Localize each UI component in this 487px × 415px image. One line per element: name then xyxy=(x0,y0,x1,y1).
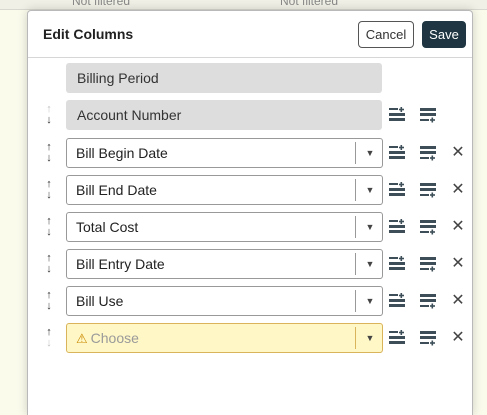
column-row-fixed: ↑ ↓ Account Number xyxy=(28,100,472,130)
select-divider xyxy=(355,216,356,238)
column-select-value: Bill Entry Date xyxy=(76,256,165,272)
insert-row-after-icon[interactable] xyxy=(420,107,437,123)
select-divider xyxy=(355,179,356,201)
insert-row-before-icon[interactable] xyxy=(389,293,406,309)
column-select[interactable]: Bill Use ▼ xyxy=(66,286,383,316)
placeholder-text: Choose xyxy=(90,330,139,346)
arrow-down-icon[interactable]: ↓ xyxy=(44,153,54,164)
reorder-arrows: ↑ ↓ xyxy=(44,179,54,201)
column-row: ↑ ↓ Bill Entry Date ▼ ✕ xyxy=(28,249,472,279)
arrow-down-icon[interactable]: ↓ xyxy=(44,227,54,238)
close-icon[interactable]: ✕ xyxy=(451,286,465,316)
arrow-down-icon[interactable]: ↓ xyxy=(44,190,54,201)
column-row: ↑ ↓ Bill End Date ▼ ✕ xyxy=(28,175,472,205)
close-icon[interactable]: ✕ xyxy=(451,249,465,279)
background-table-header: Not filtered Not filtered xyxy=(0,0,487,10)
cancel-button[interactable]: Cancel xyxy=(358,21,414,48)
column-select-value: Bill Begin Date xyxy=(76,145,168,161)
column-row-fixed: Billing Period xyxy=(28,63,472,93)
chevron-down-icon[interactable]: ▼ xyxy=(362,139,378,167)
close-icon[interactable]: ✕ xyxy=(451,323,465,353)
insert-row-before-icon[interactable] xyxy=(389,219,406,235)
select-divider xyxy=(355,253,356,275)
column-select-empty[interactable]: ⚠ Choose ▼ xyxy=(66,323,383,353)
column-select-value: Bill Use xyxy=(76,293,124,309)
insert-row-after-icon[interactable] xyxy=(420,256,437,272)
dialog-header: Edit Columns Cancel Save xyxy=(28,11,472,58)
insert-row-before-icon[interactable] xyxy=(389,107,406,123)
insert-row-after-icon[interactable] xyxy=(420,219,437,235)
select-divider xyxy=(355,327,356,349)
insert-row-after-icon[interactable] xyxy=(420,145,437,161)
chevron-down-icon[interactable]: ▼ xyxy=(362,324,378,352)
column-row-new: ↑ ↓ ⚠ Choose ▼ ✕ xyxy=(28,323,472,353)
insert-row-after-icon[interactable] xyxy=(420,182,437,198)
insert-row-after-icon[interactable] xyxy=(420,330,437,346)
chevron-down-icon[interactable]: ▼ xyxy=(362,250,378,278)
reorder-arrows: ↑ ↓ xyxy=(44,327,54,349)
column-row: ↑ ↓ Total Cost ▼ ✕ xyxy=(28,212,472,242)
column-select[interactable]: Bill Entry Date ▼ xyxy=(66,249,383,279)
column-row: ↑ ↓ Bill Use ▼ ✕ xyxy=(28,286,472,316)
column-row: ↑ ↓ Bill Begin Date ▼ ✕ xyxy=(28,138,472,168)
chevron-down-icon[interactable]: ▼ xyxy=(362,213,378,241)
chevron-down-icon[interactable]: ▼ xyxy=(362,176,378,204)
column-select[interactable]: Bill Begin Date ▼ xyxy=(66,138,383,168)
reorder-arrows: ↑ ↓ xyxy=(44,216,54,238)
arrow-down-icon[interactable]: ↓ xyxy=(44,264,54,275)
save-button[interactable]: Save xyxy=(422,21,466,48)
close-icon[interactable]: ✕ xyxy=(451,175,465,205)
arrow-down-icon: ↓ xyxy=(46,337,52,349)
insert-row-after-icon[interactable] xyxy=(420,293,437,309)
close-icon[interactable]: ✕ xyxy=(451,138,465,168)
fixed-column-label: Billing Period xyxy=(66,63,382,93)
insert-row-before-icon[interactable] xyxy=(389,182,406,198)
dialog-title: Edit Columns xyxy=(43,26,134,42)
close-icon[interactable]: ✕ xyxy=(451,212,465,242)
warning-icon: ⚠ xyxy=(76,331,88,346)
insert-row-before-icon[interactable] xyxy=(389,330,406,346)
reorder-arrows: ↑ ↓ xyxy=(44,142,54,164)
arrow-down-icon[interactable]: ↓ xyxy=(44,115,54,126)
select-divider xyxy=(355,290,356,312)
chevron-down-icon[interactable]: ▼ xyxy=(362,287,378,315)
arrow-down-icon[interactable]: ↓ xyxy=(44,301,54,312)
reorder-arrows: ↑ ↓ xyxy=(44,290,54,312)
reorder-arrows: ↑ ↓ xyxy=(44,104,54,126)
insert-row-before-icon[interactable] xyxy=(389,145,406,161)
background-filter-label: Not filtered xyxy=(72,0,131,8)
column-select[interactable]: Total Cost ▼ xyxy=(66,212,383,242)
column-select-value: Bill End Date xyxy=(76,182,157,198)
select-divider xyxy=(355,142,356,164)
column-select-placeholder: ⚠ Choose xyxy=(76,324,139,353)
column-select[interactable]: Bill End Date ▼ xyxy=(66,175,383,205)
background-filter-label: Not filtered xyxy=(280,0,339,8)
edit-columns-dialog: Edit Columns Cancel Save Billing Period … xyxy=(27,10,473,415)
column-select-value: Total Cost xyxy=(76,219,139,235)
reorder-arrows: ↑ ↓ xyxy=(44,253,54,275)
fixed-column-label: Account Number xyxy=(66,100,382,130)
insert-row-before-icon[interactable] xyxy=(389,256,406,272)
